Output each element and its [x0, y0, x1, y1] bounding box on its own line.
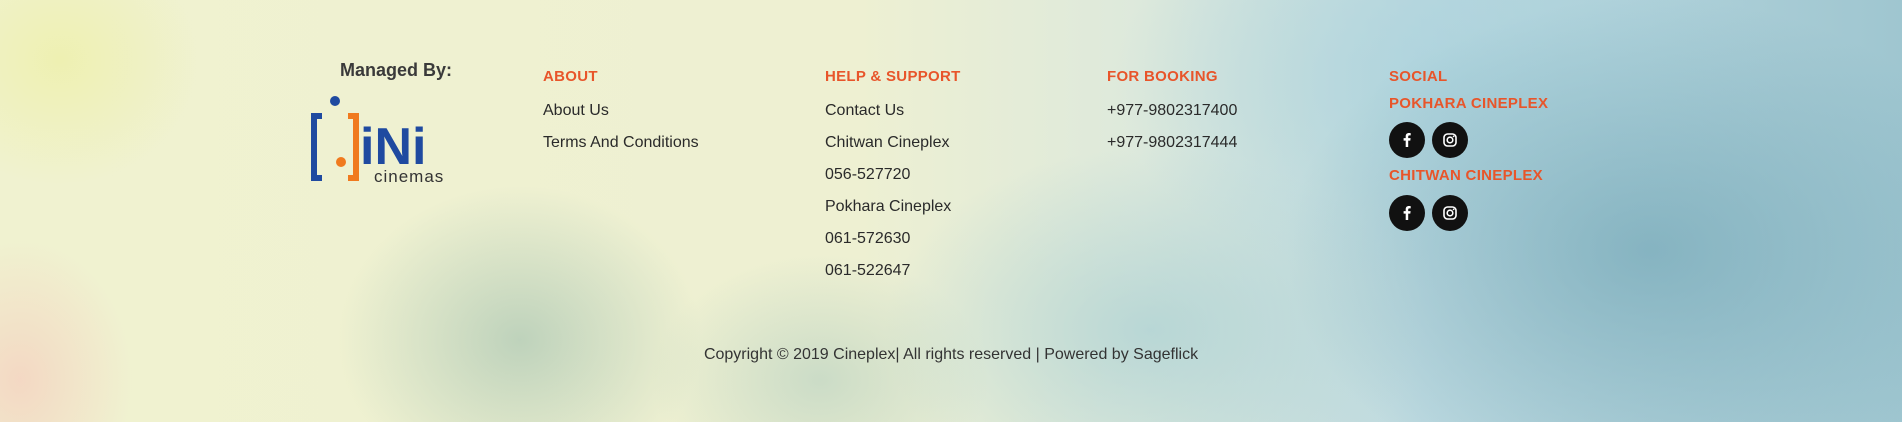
booking-phone-2: +977-9802317444	[1107, 134, 1238, 151]
ini-cinemas-logo-icon: iNi cinemas	[311, 96, 444, 186]
booking-heading: FOR BOOKING	[1107, 68, 1218, 85]
help-item-pokhara-phone-2: 061-522647	[825, 262, 911, 279]
facebook-icon	[1403, 133, 1411, 147]
managed-by-title: Managed By:	[340, 60, 453, 80]
social-group-chitwan-label: CHITWAN CINEPLEX	[1389, 167, 1543, 184]
pokhara-instagram-button[interactable]	[1432, 122, 1468, 158]
social-group-pokhara-label: POKHARA CINEPLEX	[1389, 95, 1549, 112]
instagram-icon	[1443, 133, 1457, 147]
copyright-text: Copyright © 2019 Cineplex| All rights re…	[703, 346, 1199, 363]
social-heading: SOCIAL	[1389, 68, 1448, 85]
instagram-icon	[1443, 206, 1457, 220]
help-item-pokhara: Pokhara Cineplex	[825, 198, 952, 215]
help-item-chitwan-phone: 056-527720	[825, 166, 911, 183]
chitwan-facebook-button[interactable]	[1389, 195, 1425, 231]
contact-us-link[interactable]: Contact Us	[825, 102, 904, 120]
pokhara-facebook-button[interactable]	[1389, 122, 1425, 158]
chitwan-instagram-button[interactable]	[1432, 195, 1468, 231]
help-item-pokhara-phone-1: 061-572630	[825, 230, 911, 247]
booking-phone-1: +977-9802317400	[1107, 102, 1238, 119]
logo-text-sub: cinemas	[374, 167, 444, 186]
about-us-link[interactable]: About Us	[543, 102, 609, 120]
about-heading: ABOUT	[543, 68, 598, 85]
facebook-icon	[1403, 206, 1411, 220]
help-support-heading: HELP & SUPPORT	[825, 68, 961, 85]
terms-link[interactable]: Terms And Conditions	[543, 134, 699, 152]
ini-cinemas-logo[interactable]: iNi cinemas	[310, 96, 470, 186]
help-item-chitwan: Chitwan Cineplex	[825, 134, 950, 151]
